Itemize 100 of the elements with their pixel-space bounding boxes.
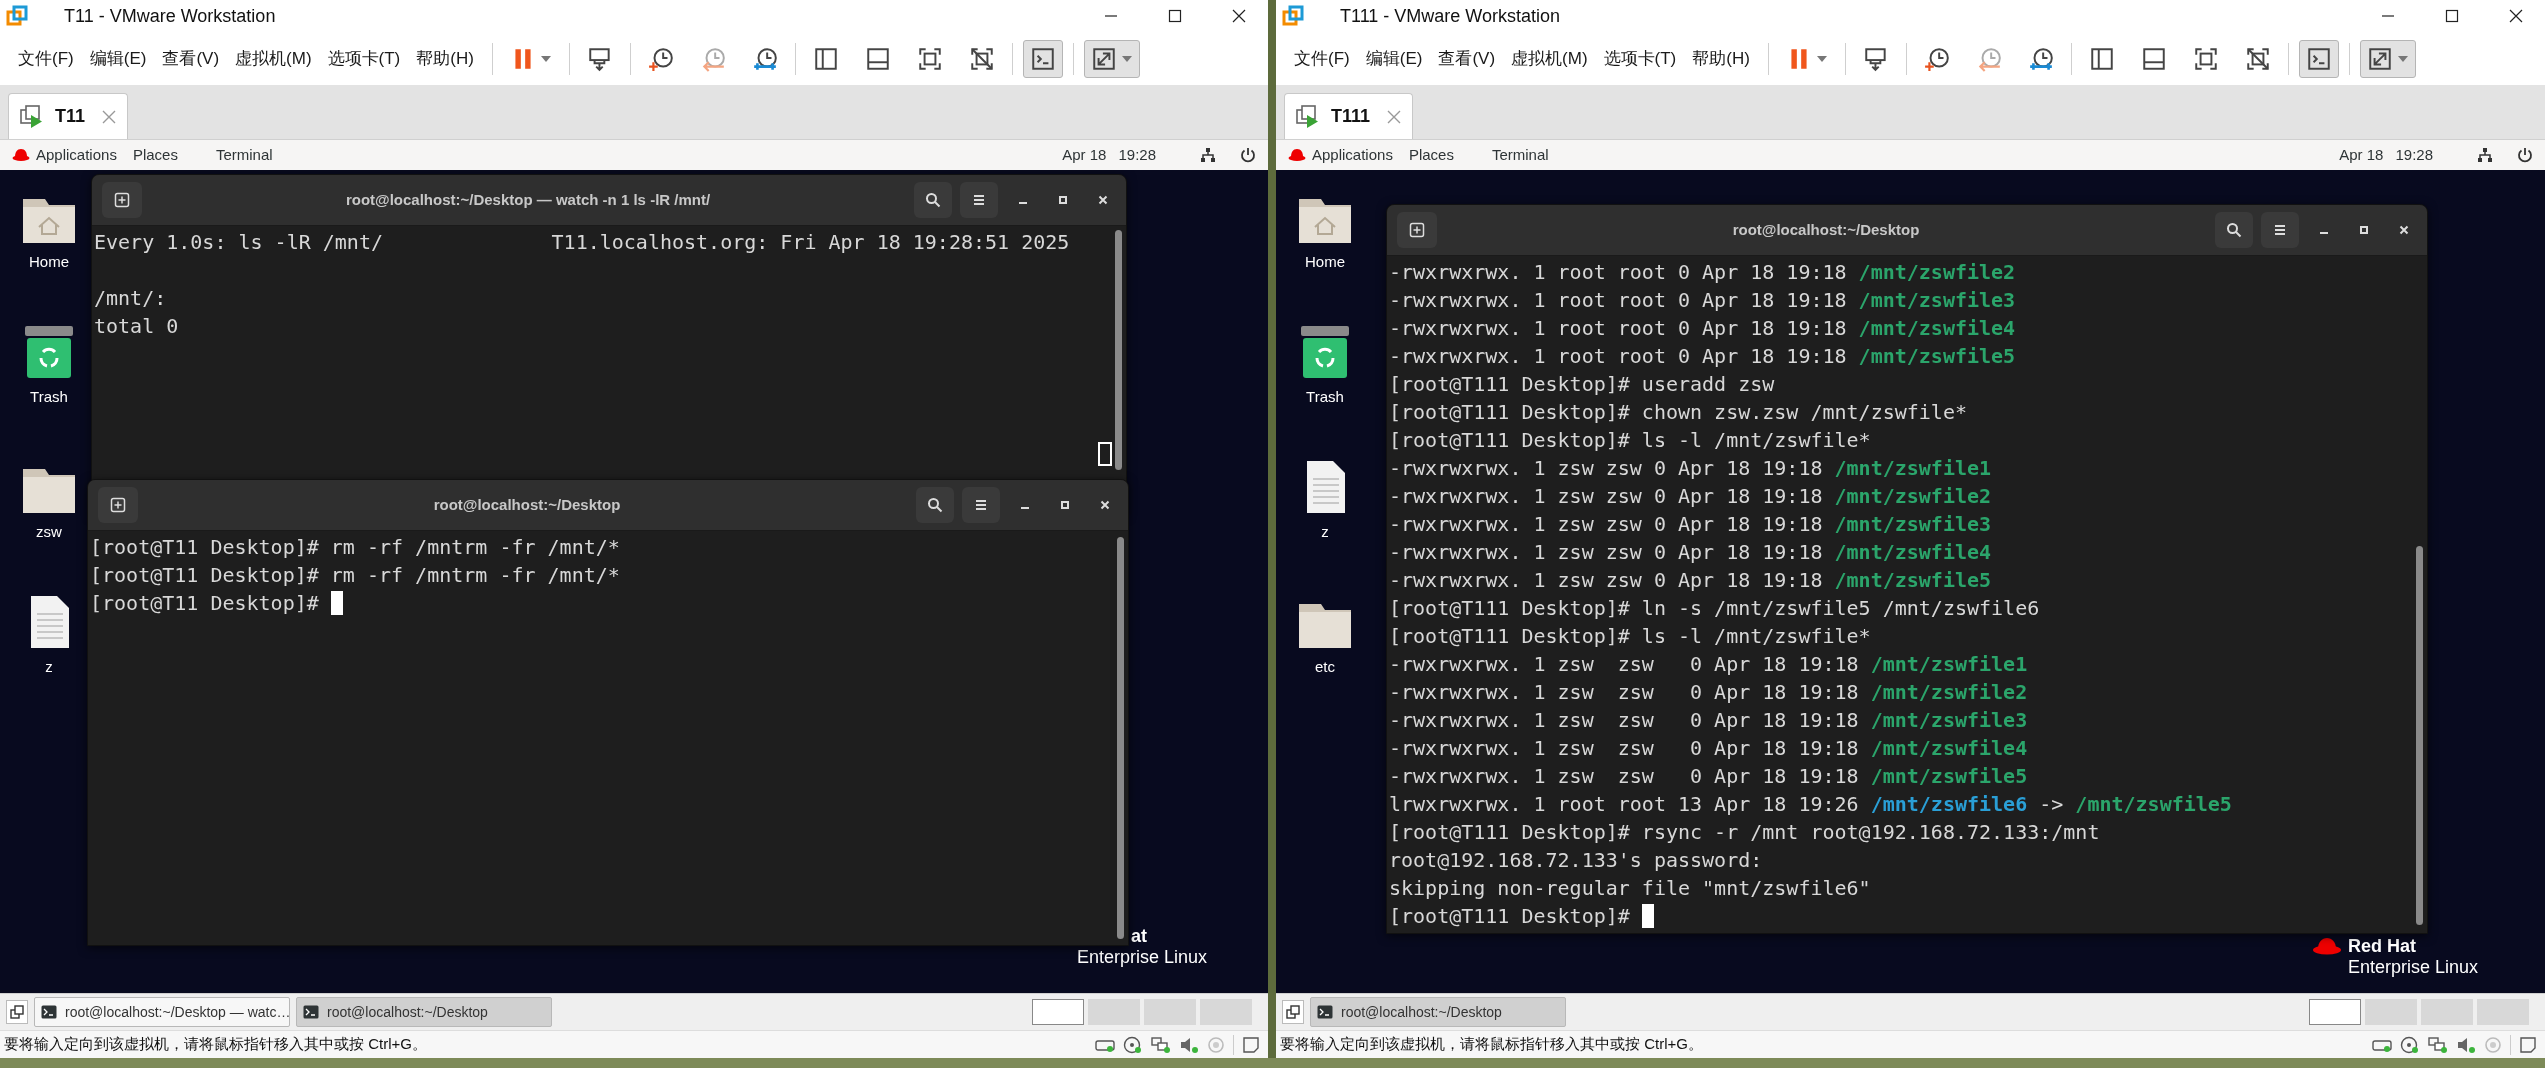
bottom-panel-icon [864, 45, 891, 72]
console-icon [2305, 45, 2332, 72]
desktop-icon-label[interactable]: z [45, 656, 53, 679]
new-tab-button[interactable] [102, 182, 142, 218]
top-bar-menu[interactable]: Terminal [1491, 143, 1549, 167]
search-button[interactable] [916, 487, 954, 523]
brand-subtitle: Enterprise Linux [2348, 956, 2479, 978]
top-bar-menu[interactable]: Places [1408, 143, 1454, 167]
terminal-line: -rwxrwxrwx. 1 root root 0 Apr 18 19:18 /mnt/zswfile3 [1389, 287, 2016, 314]
disc-icon[interactable] [2400, 1035, 2420, 1054]
menu-item[interactable]: 选项卡(T) [319, 45, 409, 72]
menu-item[interactable]: 查看(V) [1430, 45, 1504, 72]
date-label: Apr 18 [2339, 144, 2384, 165]
scrollbar[interactable] [1117, 537, 1124, 939]
search-button[interactable] [914, 182, 952, 218]
new-tab-button[interactable] [98, 487, 138, 523]
taskbar-task[interactable]: root@localhost:~/Desktop — watc… [34, 997, 290, 1027]
toolbar-button[interactable] [1022, 39, 1063, 78]
crossed-frame-icon [2244, 45, 2271, 72]
terminal-line: Every 1.0s: ls -lR /mnt/ T11.localhost.org: Fri Apr 18 19:28:51 2025 [94, 229, 1070, 256]
terminal-line: -rwxrwxrwx. 1 zsw zsw 0 Apr 18 19:18 /mnt/zswfile1 [1389, 651, 2028, 678]
menu-item[interactable]: 帮助(H) [408, 45, 482, 72]
scrollbar[interactable] [1115, 230, 1122, 470]
vm-tab[interactable]: T111 [1284, 93, 1414, 139]
clock-plus-icon [1923, 45, 1950, 72]
time-label: 19:28 [2395, 144, 2433, 165]
fedora-hat-icon [1288, 148, 1306, 162]
status-message: 要将输入定向到该虚拟机，请将鼠标指针移入其中或按 Ctrl+G。 [1280, 1034, 1703, 1055]
menu-item[interactable]: 编辑(E) [1357, 45, 1431, 72]
terminal-line: -rwxrwxrwx. 1 zsw zsw 0 Apr 18 19:18 /mnt/zswfile3 [1389, 511, 1992, 538]
desktop-icon-label[interactable]: zsw [36, 521, 62, 544]
close-icon[interactable] [1232, 9, 1246, 23]
menu-item[interactable]: 虚拟机(M) [227, 45, 320, 72]
network-icon[interactable] [2477, 147, 2493, 163]
terminal-line: [root@T11 Desktop]# rm -rf /mntrm -fr /mnt/* [90, 562, 620, 589]
menu-item[interactable]: 编辑(E) [81, 45, 155, 72]
desktop-icon-label[interactable]: Trash [1306, 386, 1344, 409]
desktop-icon-label[interactable]: Home [29, 251, 69, 274]
close-icon[interactable] [2509, 9, 2523, 23]
workspace-button[interactable] [2309, 999, 2361, 1025]
menu-item[interactable]: 帮助(H) [1684, 45, 1758, 72]
terminal-line: [root@T111 Desktop]# chown zsw.zsw /mnt/zswfile* [1389, 399, 1967, 426]
brand-name: Red Hat [2348, 936, 2416, 956]
menu-item[interactable]: 虚拟机(M) [1503, 45, 1596, 72]
scrollbar[interactable] [2416, 546, 2423, 925]
toolbar-button[interactable] [2298, 39, 2339, 78]
disc-icon[interactable] [1123, 1035, 1143, 1054]
desktop-icon-label[interactable]: Trash [30, 386, 68, 409]
search-icon [2226, 222, 2242, 238]
menu-item[interactable]: 文件(F) [1286, 45, 1358, 72]
search-button[interactable] [2215, 212, 2253, 248]
menu-item[interactable]: 文件(F) [10, 45, 82, 72]
terminal-line: [root@T111 Desktop]# rsync -r /mnt root@192.168.72.133:/mnt [1389, 819, 2100, 846]
menu-button[interactable] [960, 182, 998, 218]
speaker-icon[interactable] [2456, 1035, 2476, 1054]
menu-icon [974, 498, 988, 512]
clock-plus-icon [647, 45, 674, 72]
vm-tab[interactable]: T11 [8, 93, 129, 139]
terminal-line: skipping non-regular file "mnt/zswfile6" [1389, 875, 1871, 902]
maximize-icon[interactable] [1168, 9, 1182, 23]
network-adapter-icon[interactable] [2428, 1035, 2448, 1054]
show-desktop-button[interactable] [6, 1000, 28, 1024]
terminal-line: [root@T111 Desktop]# ls -l /mnt/zswfile* [1389, 623, 1871, 650]
power-icon[interactable] [2517, 147, 2533, 163]
date-label: Apr 18 [1062, 144, 1107, 165]
terminal-line: -rwxrwxrwx. 1 zsw zsw 0 Apr 18 19:18 /mnt/zswfile1 [1389, 455, 1992, 482]
tab-plus-icon [1409, 222, 1425, 238]
taskbar-task[interactable]: root@localhost:~/Desktop [1310, 997, 1566, 1027]
speaker-icon[interactable] [1179, 1035, 1199, 1054]
top-bar-menu[interactable]: Applications [36, 143, 117, 167]
menu-button[interactable] [962, 487, 1000, 523]
terminal-line: root@192.168.72.133's password: [1389, 847, 1763, 874]
network-adapter-icon[interactable] [1151, 1035, 1171, 1054]
menu-item[interactable]: 查看(V) [154, 45, 228, 72]
network-icon[interactable] [1200, 147, 1216, 163]
terminal-line: [root@T11 Desktop]# rm -rf /mntrm -fr /mnt/* [90, 534, 620, 561]
message-icon[interactable] [2519, 1035, 2537, 1054]
terminal-line: -rwxrwxrwx. 1 zsw zsw 0 Apr 18 19:18 /mnt/zswfile4 [1389, 735, 2028, 762]
window-title: T111 - VMware Workstation [1340, 4, 1561, 28]
desktop-icon-label[interactable]: z [1321, 521, 1329, 544]
maximize-icon[interactable] [2445, 9, 2459, 23]
top-bar-menu[interactable]: Applications [1312, 143, 1393, 167]
taskbar-task[interactable]: root@localhost:~/Desktop [296, 997, 552, 1027]
hollow-cursor [1098, 442, 1112, 466]
power-icon[interactable] [1240, 147, 1256, 163]
top-bar-menu[interactable]: Terminal [215, 143, 273, 167]
brand-name: at [1131, 926, 1147, 946]
toolbar-button[interactable] [2359, 39, 2416, 78]
show-desktop-button[interactable] [1282, 1000, 1304, 1024]
workspace-button[interactable] [1032, 999, 1084, 1025]
fedora-hat-icon [12, 148, 30, 162]
menu-button[interactable] [2261, 212, 2299, 248]
top-bar-menu[interactable]: Places [132, 143, 178, 167]
message-icon[interactable] [1242, 1035, 1260, 1054]
toolbar-button[interactable] [1083, 39, 1140, 78]
menu-item[interactable]: 选项卡(T) [1595, 45, 1685, 72]
new-tab-button[interactable] [1397, 212, 1437, 248]
desktop-icon-label[interactable]: Home [1305, 251, 1345, 274]
desktop-icon-label[interactable]: etc [1315, 656, 1335, 679]
clock-wrench-icon [751, 45, 778, 72]
